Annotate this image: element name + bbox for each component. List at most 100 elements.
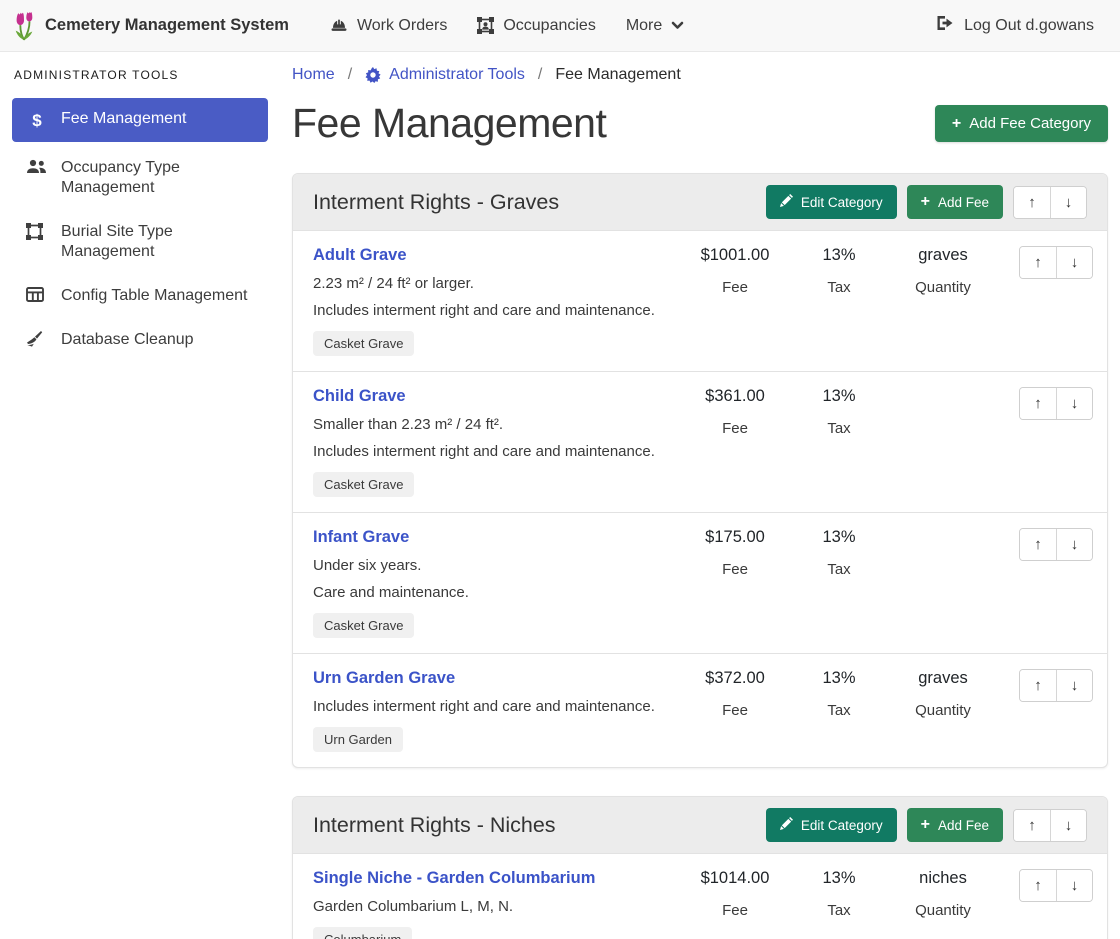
sidebar-item-occupancy-type[interactable]: Occupancy Type Management — [12, 150, 268, 206]
fee-name-link[interactable]: Adult Grave — [313, 246, 407, 265]
sidebar-item-burial-site-type[interactable]: Burial Site Type Management — [12, 214, 268, 270]
fee-amount-label: Fee — [683, 561, 787, 578]
fee-tax: 13% — [787, 669, 891, 688]
move-fee-down-button[interactable]: ↓ — [1056, 670, 1092, 701]
fee-tax-col: 13% Tax — [787, 668, 891, 752]
breadcrumb-current: Fee Management — [555, 66, 680, 84]
add-fee-category-label: Add Fee Category — [969, 115, 1091, 132]
nav-occupancies[interactable]: Occupancies — [477, 17, 596, 35]
fee-row-single-niche: Single Niche - Garden Columbarium Garden… — [293, 853, 1107, 939]
move-fee-up-button[interactable]: ↑ — [1020, 670, 1056, 701]
fee-description: Includes interment right and care and ma… — [313, 443, 673, 460]
sidebar-item-label: Database Cleanup — [61, 330, 194, 350]
nav-work-orders-label: Work Orders — [357, 17, 447, 35]
fee-quantity-col: graves Quantity — [891, 668, 995, 752]
breadcrumb: Home / Administrator Tools / Fee Managem… — [292, 66, 1108, 84]
sidebar-item-label: Fee Management — [61, 109, 186, 129]
category-reorder-group: ↑ ↓ — [1013, 809, 1087, 842]
fee-name-link[interactable]: Urn Garden Grave — [313, 669, 455, 688]
logout-button[interactable]: Log Out d.gowans — [936, 15, 1094, 36]
fee-amount: $175.00 — [683, 528, 787, 547]
main-content: Home / Administrator Tools / Fee Managem… — [280, 52, 1120, 939]
nav-more[interactable]: More — [626, 17, 684, 35]
fee-name-link[interactable]: Child Grave — [313, 387, 406, 406]
add-fee-button[interactable]: + Add Fee — [907, 808, 1003, 842]
fee-amount-label: Fee — [683, 279, 787, 296]
move-category-up-button[interactable]: ↑ — [1014, 187, 1050, 218]
fee-description: Garden Columbarium L, M, N. — [313, 898, 673, 915]
move-fee-down-button[interactable]: ↓ — [1056, 529, 1092, 560]
fee-description: Under six years. — [313, 557, 673, 574]
move-fee-up-button[interactable]: ↑ — [1020, 388, 1056, 419]
move-fee-up-button[interactable]: ↑ — [1020, 247, 1056, 278]
nav-work-orders[interactable]: Work Orders — [330, 17, 447, 35]
nav-more-label: More — [626, 17, 662, 35]
app-brand[interactable]: Cemetery Management System — [12, 11, 289, 41]
fee-name-link[interactable]: Single Niche - Garden Columbarium — [313, 869, 595, 888]
move-fee-up-button[interactable]: ↑ — [1020, 529, 1056, 560]
fee-category-card-graves: Interment Rights - Graves Edit Category … — [292, 173, 1108, 768]
top-navbar: Cemetery Management System Work Orders O… — [0, 0, 1120, 52]
move-fee-up-button[interactable]: ↑ — [1020, 870, 1056, 901]
breadcrumb-home-link[interactable]: Home — [292, 66, 335, 84]
fee-description: 2.23 m² / 24 ft² or larger. — [313, 275, 673, 292]
move-category-down-button[interactable]: ↓ — [1050, 810, 1086, 841]
fee-quantity-col — [891, 527, 995, 638]
move-fee-down-button[interactable]: ↓ — [1056, 247, 1092, 278]
sidebar-item-fee-management[interactable]: $ Fee Management — [12, 98, 268, 142]
edit-category-button[interactable]: Edit Category — [766, 808, 897, 842]
fee-tax-col: 13% Tax — [787, 386, 891, 497]
fee-reorder-group: ↑ ↓ — [1019, 669, 1093, 702]
fee-amount-col: $1001.00 Fee — [683, 245, 787, 356]
dollar-icon: $ — [26, 110, 48, 131]
tulip-logo-icon — [12, 11, 36, 41]
add-fee-category-button[interactable]: + Add Fee Category — [935, 105, 1108, 142]
edit-category-button[interactable]: Edit Category — [766, 185, 897, 219]
fee-amount-col: $372.00 Fee — [683, 668, 787, 752]
fee-row-urn-garden-grave: Urn Garden Grave Includes interment righ… — [293, 653, 1107, 767]
logout-label: Log Out d.gowans — [964, 17, 1094, 35]
fee-tax-label: Tax — [787, 561, 891, 578]
fee-amount: $372.00 — [683, 669, 787, 688]
nav-occupancies-label: Occupancies — [503, 17, 596, 35]
fee-quantity-col — [891, 386, 995, 497]
sidebar-heading: ADMINISTRATOR TOOLS — [14, 68, 266, 82]
fee-type-badge: Casket Grave — [313, 472, 414, 497]
sidebar-item-database-cleanup[interactable]: Database Cleanup — [12, 322, 268, 358]
move-category-down-button[interactable]: ↓ — [1050, 187, 1086, 218]
hard-hat-icon — [330, 18, 348, 33]
sidebar-item-config-table[interactable]: Config Table Management — [12, 278, 268, 314]
users-icon — [26, 159, 48, 174]
fee-tax-label: Tax — [787, 279, 891, 296]
breadcrumb-separator: / — [538, 66, 542, 84]
breadcrumb-admin-tools-link[interactable]: Administrator Tools — [365, 66, 525, 84]
fee-tax-label: Tax — [787, 420, 891, 437]
add-fee-button[interactable]: + Add Fee — [907, 185, 1003, 219]
page-title: Fee Management — [292, 100, 606, 147]
breadcrumb-admin-tools-label: Administrator Tools — [389, 66, 525, 84]
fee-reorder-group: ↑ ↓ — [1019, 246, 1093, 279]
fee-name-link[interactable]: Infant Grave — [313, 528, 409, 547]
move-category-up-button[interactable]: ↑ — [1014, 810, 1050, 841]
fee-description: Includes interment right and care and ma… — [313, 698, 673, 715]
admin-sidebar: ADMINISTRATOR TOOLS $ Fee Management Occ… — [0, 52, 280, 939]
fee-type-badge: Casket Grave — [313, 613, 414, 638]
fee-amount: $361.00 — [683, 387, 787, 406]
pencil-icon — [780, 194, 793, 210]
sidebar-item-label: Burial Site Type Management — [61, 222, 258, 262]
gear-icon — [365, 67, 381, 83]
fee-amount-label: Fee — [683, 420, 787, 437]
table-icon — [26, 287, 48, 302]
add-fee-label: Add Fee — [938, 818, 989, 833]
fee-tax: 13% — [787, 869, 891, 888]
fee-type-badge: Columbarium — [313, 927, 412, 939]
move-fee-down-button[interactable]: ↓ — [1056, 870, 1092, 901]
breadcrumb-separator: / — [348, 66, 352, 84]
fee-reorder-group: ↑ ↓ — [1019, 528, 1093, 561]
move-fee-down-button[interactable]: ↓ — [1056, 388, 1092, 419]
category-reorder-group: ↑ ↓ — [1013, 186, 1087, 219]
edit-category-label: Edit Category — [801, 818, 883, 833]
sidebar-item-label: Occupancy Type Management — [61, 158, 258, 198]
plus-icon: + — [921, 194, 930, 210]
fee-tax: 13% — [787, 246, 891, 265]
